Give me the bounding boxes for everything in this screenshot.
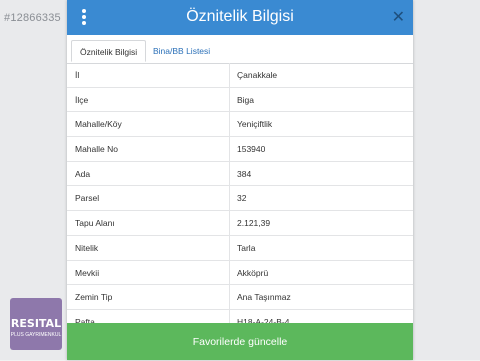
attribute-key: Tapu Alanı xyxy=(75,218,115,229)
close-icon[interactable]: ✕ xyxy=(392,7,405,27)
table-row: Mahalle/Köy Yeniçiftlik xyxy=(67,112,413,138)
attribute-value: 2.121,39 xyxy=(237,218,271,229)
column-divider xyxy=(229,186,230,211)
attribute-info-modal: Öznitelik Bilgisi ✕ Öznitelik Bilgisi Bi… xyxy=(67,0,413,360)
column-divider xyxy=(229,87,230,112)
attribute-value: Ana Taşınmaz xyxy=(237,292,291,303)
attribute-value: Biga xyxy=(237,94,255,105)
table-row: İlçe Biga xyxy=(67,87,413,113)
attribute-key: Zemin Tip xyxy=(75,292,113,303)
modal-title: Öznitelik Bilgisi xyxy=(186,8,294,25)
listing-id: #12866335 xyxy=(4,12,61,24)
attribute-value: 32 xyxy=(237,193,247,204)
column-divider xyxy=(229,112,230,137)
tab-attribute-info[interactable]: Öznitelik Bilgisi xyxy=(71,40,147,62)
table-row: Mahalle No 153940 xyxy=(67,137,413,162)
attribute-key: Mahalle No xyxy=(75,144,118,155)
attribute-key: İl xyxy=(75,70,80,80)
tab-building-list[interactable]: Bina/BB Listesi xyxy=(145,40,218,62)
table-row: Tapu Alanı 2.121,39 xyxy=(67,211,413,236)
update-favorites-button[interactable]: Favorilerde güncelle xyxy=(67,323,413,360)
brand-logo-subtitle: PLUS GAYRIMENKUL xyxy=(10,332,62,338)
column-divider xyxy=(229,235,230,260)
column-divider xyxy=(229,137,230,161)
attribute-key: Mahalle/Köy xyxy=(75,119,122,130)
tab-bar: Öznitelik Bilgisi Bina/BB Listesi xyxy=(67,35,413,64)
attribute-key: Parsel xyxy=(75,193,100,204)
table-row: Ada 384 xyxy=(67,161,413,187)
attribute-key: İlçe xyxy=(75,94,89,105)
column-divider xyxy=(229,285,230,309)
attribute-value: Çanakkale xyxy=(237,70,278,80)
column-divider xyxy=(229,260,230,285)
attribute-value: Akköprü xyxy=(237,267,269,278)
attribute-value: Yeniçiftlik xyxy=(237,119,273,130)
modal-header: Öznitelik Bilgisi ✕ xyxy=(67,0,413,35)
table-row: Parsel 32 xyxy=(67,186,413,212)
table-row: Nitelik Tarla xyxy=(67,235,413,261)
table-row: Mevkii Akköprü xyxy=(67,260,413,286)
column-divider xyxy=(229,211,230,235)
brand-logo: RESITAL PLUS GAYRIMENKUL xyxy=(10,298,62,350)
attribute-value: 153940 xyxy=(237,144,266,155)
column-divider xyxy=(229,161,230,186)
column-divider xyxy=(229,63,230,87)
brand-logo-mark: RESITAL xyxy=(10,317,62,330)
attribute-value: Tarla xyxy=(237,242,256,253)
attribute-table: İl Çanakkale İlçe Biga Mahalle/Köy Yeniçiftli… xyxy=(67,63,413,335)
table-row: Zemin Tip Ana Taşınmaz xyxy=(67,285,413,310)
table-row: İl Çanakkale xyxy=(67,63,413,88)
attribute-key: Ada xyxy=(75,168,91,179)
attribute-key: Mevkii xyxy=(75,267,100,278)
attribute-value: 384 xyxy=(237,168,252,179)
attribute-key: Nitelik xyxy=(75,242,99,253)
